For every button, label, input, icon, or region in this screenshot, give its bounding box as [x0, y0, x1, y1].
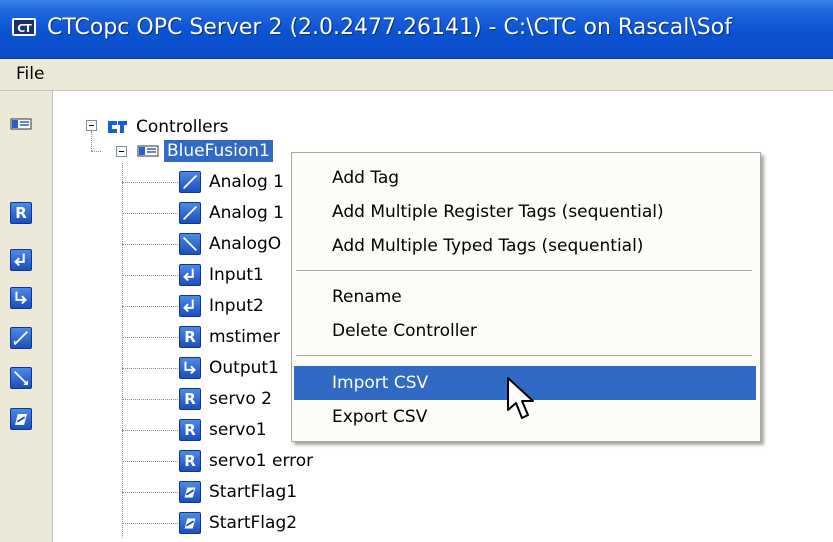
input-icon [14, 253, 25, 267]
output-icon [15, 291, 27, 305]
menu-item-add-multiple-typed-tags[interactable]: Add Multiple Typed Tags (sequential) [294, 229, 756, 263]
flag-tag-button[interactable] [10, 408, 32, 430]
tree-node-label: Analog 1 [209, 203, 284, 223]
menu-item-add-tag[interactable]: Add Tag [294, 161, 756, 195]
analog-out-icon [13, 370, 29, 386]
output-icon [184, 361, 196, 375]
analog-in-icon [13, 330, 29, 346]
register-icon: R [184, 390, 196, 408]
input-icon [183, 268, 194, 282]
tree-node-label: servo1 [209, 420, 267, 440]
menu-item-add-multiple-register-tags[interactable]: Add Multiple Register Tags (sequential) [294, 195, 756, 229]
analog-out-icon [182, 236, 198, 252]
title-bar[interactable]: CT CTCopc OPC Server 2 (2.0.2477.26141) … [0, 0, 833, 59]
tree-node-label: StartFlag2 [209, 513, 298, 533]
controller-icon [137, 145, 159, 157]
output-tag-button[interactable] [10, 287, 32, 309]
menu-bar: File [0, 59, 833, 91]
menu-item-delete-controller[interactable]: Delete Controller [294, 314, 756, 348]
analog-out-tag-button[interactable] [10, 367, 32, 389]
menu-item-rename[interactable]: Rename [294, 280, 756, 314]
tree-node-label: mstimer [209, 327, 280, 347]
menu-file[interactable]: File [14, 63, 46, 85]
register-icon: R [184, 421, 196, 439]
input-tag-button[interactable] [10, 249, 32, 271]
tree-node-label: AnalogO [209, 234, 282, 254]
mouse-cursor-icon [507, 377, 534, 419]
tree-node-label: servo1 error [209, 451, 314, 471]
flag-icon [184, 518, 196, 529]
register-icon: R [184, 452, 196, 470]
analog-in-icon [182, 205, 198, 221]
flag-icon [14, 414, 28, 425]
input-icon [183, 299, 194, 313]
menu-separator [296, 355, 752, 356]
menu-separator [296, 270, 752, 271]
left-toolbar: R [0, 91, 53, 542]
add-controller-button[interactable] [10, 113, 32, 135]
tree-node-label: StartFlag1 [209, 482, 298, 502]
tree-node-label: servo 2 [209, 389, 272, 409]
tree-node-label: Output1 [209, 358, 279, 378]
analog-in-tag-button[interactable] [10, 327, 32, 349]
flag-icon [184, 487, 196, 498]
tree-node-label: Input1 [209, 265, 264, 285]
register-tag-button[interactable]: R [10, 202, 32, 224]
analog-in-icon [182, 174, 198, 190]
tree-node-label: Controllers [136, 117, 229, 137]
controllers-collapse-toggle[interactable] [86, 120, 97, 131]
app-icon[interactable]: CT [12, 18, 36, 36]
tree-node-label: Input2 [209, 296, 264, 316]
register-icon: R [184, 328, 196, 346]
register-icon: R [15, 204, 27, 222]
tree-node-label: BlueFusion1 [163, 139, 274, 163]
controller-icon [10, 118, 32, 130]
bluefusion1-collapse-toggle[interactable] [116, 146, 127, 157]
window-title: CTCopc OPC Server 2 (2.0.2477.26141) - C… [47, 15, 732, 40]
tree-node-label: Analog 1 [209, 172, 284, 192]
ct-logo-icon [108, 121, 127, 133]
